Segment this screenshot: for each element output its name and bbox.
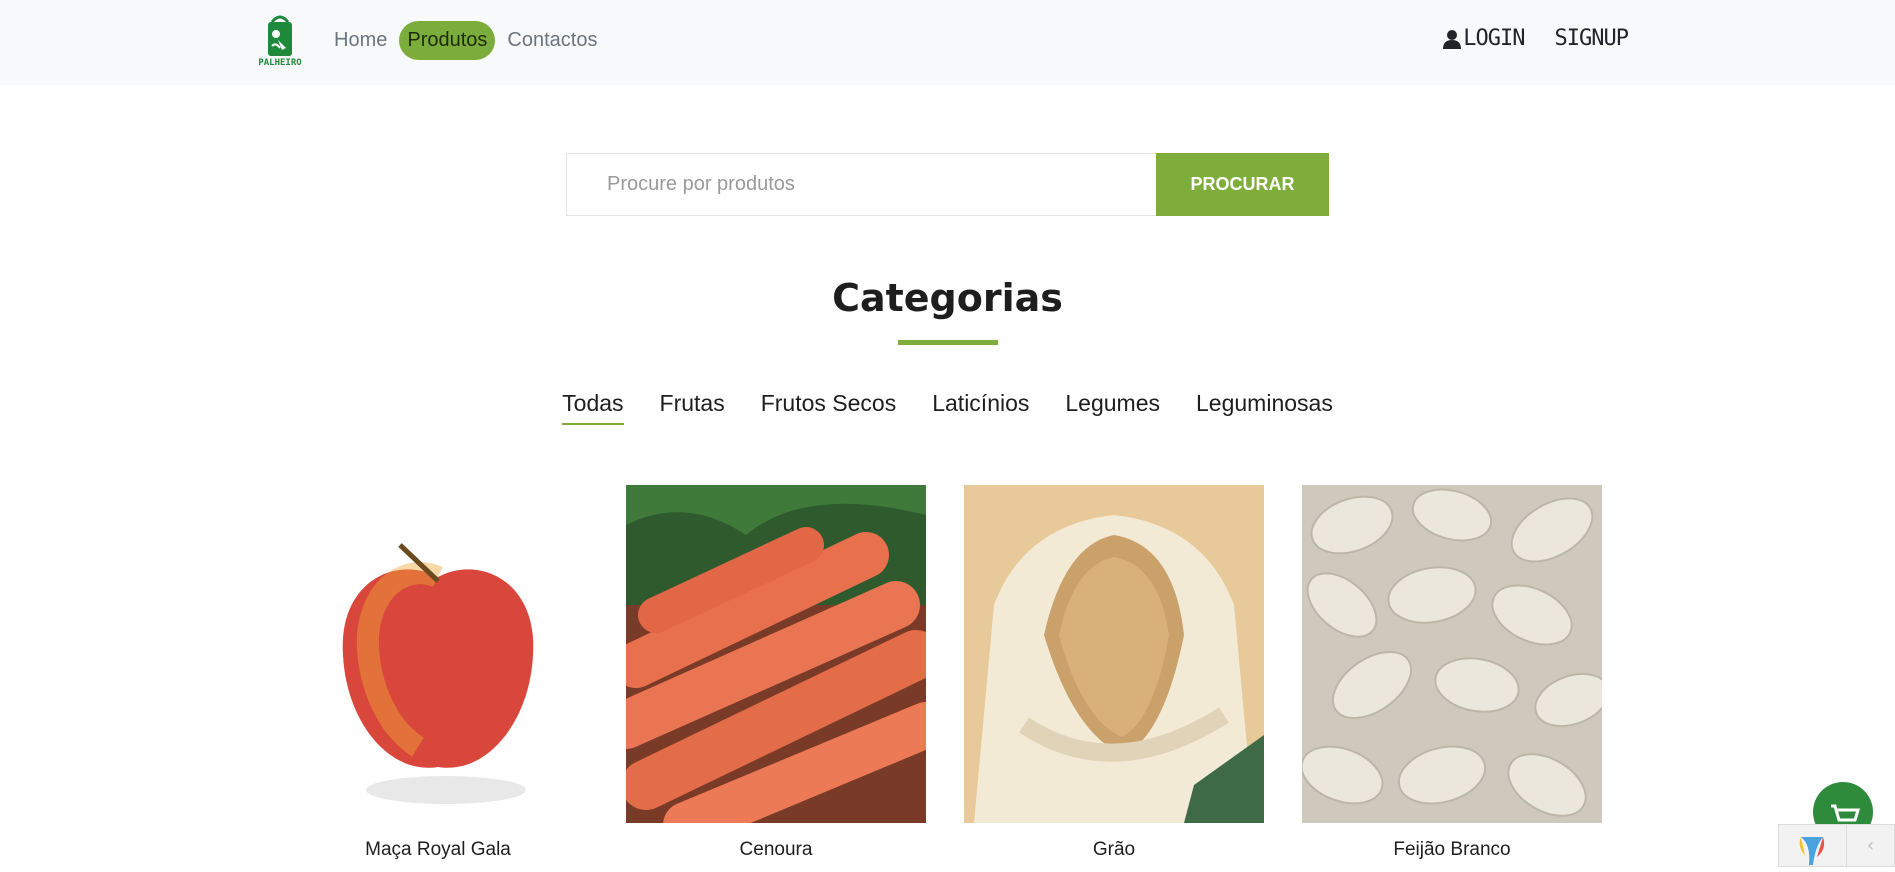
nav-home[interactable]: Home	[326, 21, 395, 60]
tab-leguminosas[interactable]: Leguminosas	[1196, 390, 1333, 425]
product-name: Grão	[1092, 839, 1136, 860]
product-grid: Maça Royal Gala Cenoura Grão Feijão Bran…	[288, 485, 1602, 867]
tab-laticinios[interactable]: Laticínios	[932, 390, 1029, 425]
categories-title: Categorias	[832, 276, 1063, 320]
search-input[interactable]	[566, 153, 1156, 216]
brand-logo[interactable]: PALHEIRO	[252, 12, 308, 72]
product-name: Cenoura	[739, 839, 813, 860]
navbar: PALHEIRO Home Produtos Contactos LOGIN S…	[0, 0, 1895, 85]
main-nav: Home Produtos Contactos	[326, 21, 605, 60]
product-image-chickpeas[interactable]	[964, 485, 1264, 823]
product-image-apple[interactable]	[288, 485, 588, 823]
product-card[interactable]: Maça Royal Gala	[288, 485, 588, 867]
bag-logo-icon	[268, 15, 292, 56]
toolbar-logo	[1779, 825, 1847, 868]
tab-frutos-secos[interactable]: Frutos Secos	[761, 390, 897, 425]
brand-name: PALHEIRO	[258, 58, 302, 68]
product-search: PROCURAR	[566, 153, 1329, 216]
signup-link[interactable]: SIGNUP	[1555, 26, 1629, 51]
auth-links: LOGIN SIGNUP	[1443, 26, 1629, 51]
title-underline	[898, 340, 998, 345]
search-button[interactable]: PROCURAR	[1156, 153, 1329, 216]
product-card[interactable]: Grão	[964, 485, 1264, 867]
debug-toolbar[interactable]: ‹	[1778, 824, 1895, 868]
category-tabs: Todas Frutas Frutos Secos Laticínios Leg…	[0, 390, 1895, 425]
chevron-left-icon[interactable]: ‹	[1847, 825, 1894, 866]
nav-contactos[interactable]: Contactos	[499, 21, 605, 60]
yii-logo-icon	[1799, 837, 1825, 865]
tab-frutas[interactable]: Frutas	[660, 390, 725, 425]
login-label: LOGIN	[1463, 26, 1525, 51]
login-link[interactable]: LOGIN	[1443, 26, 1526, 51]
tab-todas[interactable]: Todas	[562, 390, 624, 425]
product-card[interactable]: Feijão Branco	[1302, 485, 1602, 867]
nav-produtos[interactable]: Produtos	[399, 21, 496, 60]
product-name: Maça Royal Gala	[365, 839, 511, 860]
product-image-carrots[interactable]	[626, 485, 926, 823]
product-name: Feijão Branco	[1393, 839, 1511, 860]
tab-legumes[interactable]: Legumes	[1065, 390, 1160, 425]
user-icon	[1443, 29, 1462, 49]
product-card[interactable]: Cenoura	[626, 485, 926, 867]
product-image-white-beans[interactable]	[1302, 485, 1602, 823]
